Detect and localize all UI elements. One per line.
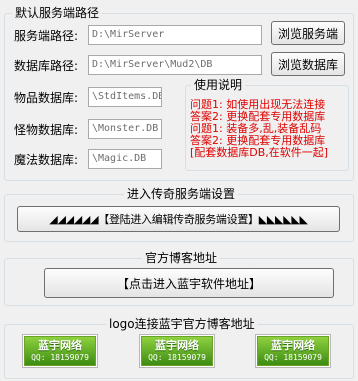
lanyu-logo-icon: 蓝宇网络 QQ: 18159079 bbox=[24, 336, 96, 366]
logo-link-1[interactable]: 蓝宇网络 QQ: 18159079 bbox=[22, 334, 98, 368]
logo-name: 蓝宇网络 bbox=[271, 339, 315, 352]
server-path-group-title: 默认服务端路径 bbox=[12, 6, 103, 20]
logo-name: 蓝宇网络 bbox=[155, 339, 199, 352]
help-group-title: 使用说明 bbox=[191, 78, 246, 92]
blog-link-button[interactable]: 【点击进入蓝宇软件地址】 bbox=[44, 268, 334, 298]
settings-section-title: 进入传奇服务端设置 bbox=[124, 187, 239, 201]
items-db-label: 物品数据库: bbox=[14, 91, 79, 105]
browse-server-button[interactable]: 浏览服务端 bbox=[271, 21, 345, 45]
magic-db-label: 魔法数据库: bbox=[14, 153, 79, 167]
logo-qq: QQ: 18159079 bbox=[31, 353, 89, 362]
lanyu-logo-icon: 蓝宇网络 QQ: 18159079 bbox=[257, 336, 329, 366]
browse-db-button[interactable]: 浏览数据库 bbox=[271, 52, 345, 76]
enter-settings-button[interactable]: ◢◢◢◢◢◢【登陆进入编辑传奇服务端设置】◣◣◣◣◣◣ bbox=[17, 206, 340, 232]
logo-qq: QQ: 18159079 bbox=[264, 353, 322, 362]
help-line-5: [配套数据库DB,在软件一起] bbox=[190, 146, 329, 159]
monster-db-label: 怪物数据库: bbox=[14, 123, 79, 137]
logo-link-2[interactable]: 蓝宇网络 QQ: 18159079 bbox=[139, 334, 215, 368]
server-path-label: 服务端路径: bbox=[14, 29, 79, 43]
logo-qq: QQ: 18159079 bbox=[148, 353, 206, 362]
logo-link-3[interactable]: 蓝宇网络 QQ: 18159079 bbox=[255, 334, 331, 368]
logo-section-title: logo连接蓝宇官方博客地址 bbox=[106, 317, 258, 331]
logo-name: 蓝宇网络 bbox=[38, 339, 82, 352]
server-path-input[interactable]: D:\MirServer bbox=[88, 25, 262, 45]
magic-db-input[interactable]: \Magic.DB bbox=[88, 149, 162, 169]
monster-db-input[interactable]: \Monster.DB bbox=[88, 119, 162, 139]
items-db-input[interactable]: \StdItems.DB bbox=[88, 87, 162, 107]
db-path-label: 数据库路径: bbox=[14, 59, 79, 73]
blog-section-title: 官方博客地址 bbox=[142, 251, 221, 265]
db-path-input[interactable]: D:\MirServer\Mud2\DB bbox=[88, 55, 262, 75]
lanyu-logo-icon: 蓝宇网络 QQ: 18159079 bbox=[141, 336, 213, 366]
